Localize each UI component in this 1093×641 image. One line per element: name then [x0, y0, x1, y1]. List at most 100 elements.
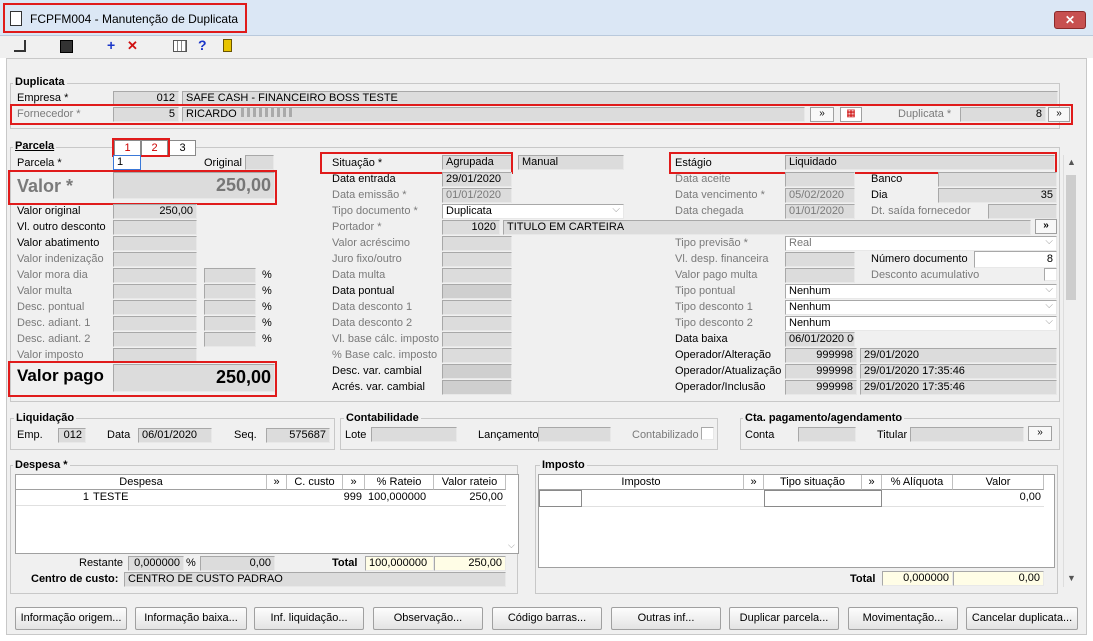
pontual-pct-field[interactable] — [204, 300, 256, 315]
scroll-down-icon[interactable]: ▼ — [1067, 573, 1076, 583]
fornecedor-code-field[interactable]: 5 — [113, 107, 179, 122]
valor-multa-field[interactable] — [113, 284, 197, 299]
aliquota-col-header[interactable]: % Alíquota — [882, 475, 953, 490]
table-scroll-down-icon[interactable]: ⌵ — [508, 540, 515, 551]
imposto-lookup-header[interactable]: » — [744, 475, 764, 490]
juro-fixo-field[interactable] — [442, 252, 512, 267]
acres-var-cambial-field[interactable] — [442, 380, 512, 395]
data-multa-field[interactable] — [442, 268, 512, 283]
empresa-code-field[interactable]: 012 — [113, 91, 179, 106]
scroll-up-icon[interactable]: ▲ — [1067, 157, 1076, 167]
vl-desp-financeira-field[interactable] — [785, 252, 855, 267]
valor-indenizacao-field[interactable] — [113, 252, 197, 267]
ccusto-lookup-header[interactable]: » — [343, 475, 365, 490]
table-row[interactable]: 0,00 — [539, 490, 1044, 507]
informacao-baixa-button[interactable]: Informação baixa... — [135, 607, 247, 630]
portador-code-field[interactable]: 1020 — [442, 220, 500, 235]
inf-liquidacao-button[interactable]: Inf. liquidação... — [254, 607, 364, 630]
tipo-desconto-1-select[interactable]: Nenhum — [785, 300, 1057, 315]
data-desconto-1-field[interactable] — [442, 300, 512, 315]
desconto-acumulativo-checkbox[interactable] — [1044, 268, 1057, 281]
multa-pct-field[interactable] — [204, 284, 256, 299]
cancelar-duplicata-button[interactable]: Cancelar duplicata... — [966, 607, 1078, 630]
imposto-col-header[interactable]: Imposto — [539, 475, 744, 490]
rateio-col-header[interactable]: % Rateio — [365, 475, 434, 490]
delete-icon[interactable]: ✕ — [127, 39, 138, 53]
valor-mora-dia-field[interactable] — [113, 268, 197, 283]
desc-adiant-2-field[interactable] — [113, 332, 197, 347]
tab-parcela-3[interactable]: 3 — [169, 140, 196, 156]
valor-abatimento-field[interactable] — [113, 236, 197, 251]
tab-parcela-2[interactable]: 2 — [141, 140, 168, 156]
scroll-thumb[interactable] — [1066, 175, 1076, 300]
imposto-valor-col-header[interactable]: Valor — [953, 475, 1044, 490]
despesa-lookup-header[interactable]: » — [267, 475, 287, 490]
liq-data-field: 06/01/2020 — [138, 428, 212, 443]
valor-field[interactable]: 250,00 — [113, 172, 275, 199]
portador-lookup-button[interactable]: » — [1035, 219, 1057, 234]
adiant1-pct-field[interactable] — [204, 316, 256, 331]
tipo-situacao-col-header[interactable]: Tipo situação — [764, 475, 862, 490]
vl-base-calc-field[interactable] — [442, 332, 512, 347]
close-button[interactable]: ✕ — [1054, 11, 1086, 29]
exit-icon[interactable] — [14, 40, 26, 52]
tipo-desconto-2-select[interactable]: Nenhum — [785, 316, 1057, 331]
data-chegada-field[interactable]: 01/01/2020 — [785, 204, 855, 219]
banco-field[interactable] — [938, 172, 1057, 187]
data-desconto-2-field[interactable] — [442, 316, 512, 331]
movimentacao-button[interactable]: Movimentação... — [848, 607, 958, 630]
conta-field[interactable] — [798, 427, 856, 442]
duplicata-number-field[interactable]: 8 — [960, 107, 1046, 122]
row-tipo-situacao[interactable] — [764, 490, 882, 507]
tab-parcela-1[interactable]: 1 — [114, 140, 141, 156]
pct-base-calc-field[interactable] — [442, 348, 512, 363]
desc-pontual-field[interactable] — [113, 300, 197, 315]
row-cell-selected[interactable] — [539, 490, 582, 507]
duplicata-lookup-button[interactable]: » — [1048, 107, 1070, 122]
tipo-situacao-lookup-header[interactable]: » — [862, 475, 882, 490]
parcela-field[interactable]: 1 — [113, 155, 141, 170]
contabilidade-section-title: Contabilidade — [344, 412, 421, 424]
mora-pct-field[interactable] — [204, 268, 256, 283]
codigo-barras-button[interactable]: Código barras... — [492, 607, 602, 630]
dt-saida-fornecedor-field[interactable] — [988, 204, 1057, 219]
tipo-previsao-select[interactable]: Real — [785, 236, 1057, 251]
data-vencimento-field[interactable]: 05/02/2020 — [785, 188, 855, 203]
liq-data-label: Data — [107, 429, 131, 441]
observacao-button[interactable]: Observação... — [373, 607, 483, 630]
data-pontual-field[interactable] — [442, 284, 512, 299]
tipo-documento-select[interactable]: Duplicata — [442, 204, 624, 219]
valor-rateio-col-header[interactable]: Valor rateio — [434, 475, 506, 490]
add-icon[interactable]: + — [107, 38, 115, 52]
valor-imposto-field[interactable] — [113, 348, 197, 363]
desc-var-cambial-field[interactable] — [442, 364, 512, 379]
help-icon[interactable]: ? — [198, 38, 207, 52]
calculator-icon[interactable] — [173, 40, 187, 52]
row-rateio: 100,000000 — [368, 491, 427, 503]
contabilizado-checkbox[interactable] — [701, 427, 714, 440]
informacao-origem-button[interactable]: Informação origem... — [15, 607, 127, 630]
table-row[interactable]: 1 TESTE 999 100,000000 250,00 — [16, 490, 506, 506]
scrollbar[interactable]: ▲ ▼ — [1063, 155, 1078, 587]
adiant2-pct-field[interactable] — [204, 332, 256, 347]
duplicar-parcela-button[interactable]: Duplicar parcela... — [729, 607, 839, 630]
valor-pago-multa-field[interactable] — [785, 268, 855, 283]
tipo-pontual-select[interactable]: Nenhum — [785, 284, 1057, 299]
data-emissao-field[interactable]: 01/01/2020 — [442, 188, 512, 203]
ccusto-col-header[interactable]: C. custo — [287, 475, 343, 490]
valor-original-field[interactable]: 250,00 — [113, 204, 197, 219]
calendar-icon[interactable]: ▦ — [840, 107, 862, 122]
numero-documento-field[interactable]: 8 — [974, 251, 1057, 268]
titular-lookup-button[interactable]: » — [1028, 426, 1052, 441]
fornecedor-lookup-button[interactable]: » — [810, 107, 834, 122]
data-entrada-field[interactable]: 29/01/2020 — [442, 172, 512, 187]
situacao-field[interactable]: Agrupada — [442, 155, 512, 170]
vl-outro-desconto-field[interactable] — [113, 220, 197, 235]
data-aceite-field[interactable] — [785, 172, 855, 187]
desc-adiant-1-field[interactable] — [113, 316, 197, 331]
door-icon[interactable] — [223, 39, 232, 52]
outras-inf-button[interactable]: Outras inf... — [611, 607, 721, 630]
valor-acrescimo-field[interactable] — [442, 236, 512, 251]
despesa-col-header[interactable]: Despesa — [16, 475, 267, 490]
save-icon[interactable] — [60, 40, 73, 53]
